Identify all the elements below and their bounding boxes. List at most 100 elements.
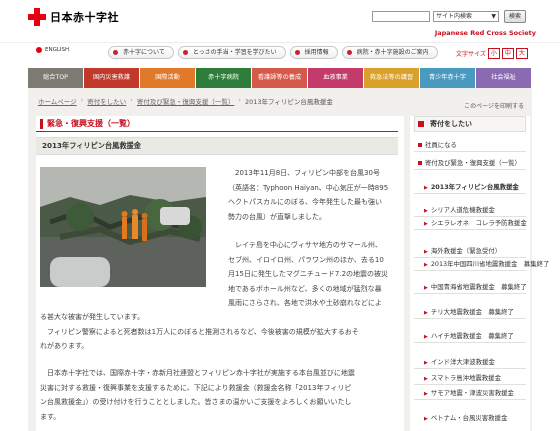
main-nav: 総合TOP 国内災害救護 国際活動 赤十字病院 看護師等の養成 血液事業 救急法等の講習 青少… [28, 68, 532, 88]
sidebar-divider [414, 270, 526, 271]
sidebar-divider [414, 169, 526, 170]
sidebar-item[interactable]: ▶ チリ大地震救援金 募集終了 [424, 307, 514, 316]
utility-nav-first-aid[interactable]: とっさの手当・学習を学びたい [177, 46, 286, 59]
main-nav-item[interactable]: 青少年赤十字 [420, 68, 476, 88]
sidebar-item-label: 寄付及び緊急・復興支援（一覧） [425, 159, 521, 167]
search-button[interactable]: 検索 [504, 10, 526, 23]
breadcrumb-home[interactable]: ホームページ [38, 96, 77, 106]
sidebar-item[interactable]: ▶ 海外救援金（緊急受付） [424, 246, 501, 255]
sidebar-item[interactable]: 寄付及び緊急・復興支援（一覧） [418, 158, 521, 167]
sidebar-item-label: 中国青海省地震救援金 募集終了 [430, 283, 527, 291]
font-size-control: 文字サイズ 小 中 大 [456, 48, 528, 59]
sidebar-divider [414, 368, 526, 369]
chevron-down-icon: ▼ [491, 13, 496, 20]
sidebar-item[interactable]: ▶ 2013年フィリピン台風救援金 [424, 182, 519, 191]
paragraph-line: ヘクトパスカルにのぼる、今年発生した最も強い [228, 198, 382, 206]
breadcrumb-separator: › [80, 96, 84, 104]
section-title-marker [40, 118, 43, 129]
sidebar-item-label: 海外救援金（緊急受付） [430, 247, 502, 255]
sidebar-header-icon [418, 121, 424, 127]
main-nav-item[interactable]: 救急法等の講習 [364, 68, 420, 88]
font-size-medium-button[interactable]: 中 [501, 48, 514, 59]
breadcrumb-separator: › [238, 96, 242, 104]
article-title: 2013年フィリピン台風救援金 [42, 141, 141, 150]
red-cross-icon [28, 8, 46, 26]
english-link[interactable]: ENGLISH [36, 47, 69, 53]
main-nav-item[interactable]: 国内災害救護 [84, 68, 140, 88]
paragraph-line: 日本赤十字社では、国際赤十字・赤新月社連盟とフィリピン赤十字社が実施する本台風並… [47, 369, 355, 377]
sidebar-item[interactable]: ▶ シリア人道危機救援金 [424, 205, 495, 214]
paragraph-line: 月15日に発生したマグニチュード7.2の地震の被災 [228, 270, 389, 278]
sidebar-item[interactable]: 社員になる [418, 140, 457, 149]
sidebar-item[interactable]: ▶ ハイチ地震救援金 募集終了 [424, 331, 514, 340]
font-size-label: 文字サイズ [456, 51, 486, 58]
site-logo[interactable]: 日本赤十字社 [28, 8, 119, 26]
paragraph-line: ン台風救援金」）の受け付けを行うこととしました。皆さまの温かいご支援をよろしくお… [40, 398, 352, 406]
search-scope-select[interactable]: サイト内検索 ▼ [433, 11, 499, 22]
main-nav-item[interactable]: 赤十字病院 [196, 68, 252, 88]
sidebar-item[interactable]: ▶ 中国青海省地震救援金 募集終了 [424, 282, 527, 291]
sidebar-item-label: サモア地震・津波災害救援金 [430, 389, 514, 397]
main-nav-item[interactable]: 総合TOP [28, 68, 84, 88]
paragraph-line: 風雨にさらされ、各地で洪水や土砂崩れなどによ [228, 299, 382, 307]
paragraph-line: フィリピン警察によると死者数は1万人にのぼると推測されるなど、今後被害の規模が拡… [47, 327, 359, 336]
paragraph-line: 2013年11月8日、フィリピン中部を台風30号 [235, 169, 380, 177]
search-input[interactable] [372, 11, 430, 22]
utility-nav-hospitals[interactable]: 病院・赤十字施設のご案内 [341, 46, 438, 59]
paragraph-line: 地であるボホール州など、多くの地域が猛烈な暴 [228, 284, 382, 293]
paragraph-line: ます。 [40, 412, 61, 421]
font-size-small-button[interactable]: 小 [487, 48, 500, 59]
main-nav-item[interactable]: 血液事業 [308, 68, 364, 88]
print-page-link[interactable]: このページを印刷する [464, 101, 524, 110]
sidebar-item-label: シエラレオネ コレラ予防救援金 [430, 219, 527, 227]
sidebar-item-label: ベトナム・台風災害救援金 [430, 414, 508, 422]
utility-nav-about[interactable]: 赤十字について [108, 46, 174, 59]
sidebar-item[interactable]: ▶ スマトラ島沖地震救援金 [424, 373, 501, 382]
sidebar-item[interactable]: ▶ サモア地震・津波災害救援金 [424, 388, 514, 397]
sidebar-item-label: インド洋大津波救援金 [430, 358, 495, 366]
typhoon-photo [40, 167, 206, 287]
article-paragraph-2: レイテ島を中心にヴィサヤ地方のサマール州、 セブ州、イロイロ州、パラワン州のほか… [228, 238, 388, 311]
sidebar-item-label: シリア人道危機救援金 [430, 206, 495, 214]
paragraph-line: （英語名：Typhoon Haiyan、中心気圧が一時895 [228, 183, 389, 192]
article-paragraph-3: る甚大な被害が発生しています。 フィリピン警察によると死者数は1万人にのぼると推… [40, 310, 400, 354]
main-nav-item[interactable]: 社会福祉 [476, 68, 532, 88]
bullet-icon [418, 143, 422, 147]
arrow-right-icon: ▶ [424, 416, 428, 422]
sidebar-item[interactable]: ▶ インド洋大津波救援金 [424, 357, 495, 366]
sidebar-item[interactable]: ▶ シエラレオネ コレラ予防救援金 [424, 218, 527, 227]
paragraph-line: れがあります。 [40, 342, 89, 350]
sidebar-item-label: チリ大地震救援金 募集終了 [430, 308, 514, 316]
font-size-large-button[interactable]: 大 [515, 48, 528, 59]
breadcrumb-separator: › [130, 96, 133, 104]
breadcrumb: ホームページ › 寄付をしたい › 寄付及び緊急・復興支援（一覧） › 2013… [38, 96, 333, 106]
arrow-right-icon: ▶ [424, 221, 428, 227]
sidebar-divider [414, 384, 526, 385]
typhoon-photo-image [40, 167, 206, 287]
paragraph-line: セブ州、イロイロ州、パラワン州のほか、去る10 [228, 255, 384, 264]
sidebar-header-label[interactable]: 寄付をしたい [430, 119, 472, 129]
sidebar-divider [414, 193, 526, 194]
arrow-right-icon: ▶ [424, 208, 428, 214]
breadcrumb-donation-list[interactable]: 寄付及び緊急・復興支援（一覧） [137, 96, 235, 106]
sidebar-divider [414, 293, 526, 294]
search-scope-label: サイト内検索 [436, 13, 473, 20]
breadcrumb-donate[interactable]: 寄付をしたい [87, 96, 126, 106]
article-paragraph-1: 2013年11月8日、フィリピン中部を台風30号 （英語名：Typhoon Ha… [228, 166, 388, 224]
utility-nav-recruit[interactable]: 採用情報 [289, 46, 338, 59]
bullet-icon [36, 47, 42, 53]
arrow-right-icon: ▶ [424, 376, 428, 382]
arrow-right-icon: ▶ [424, 360, 428, 366]
sidebar-divider [414, 318, 526, 319]
main-nav-item[interactable]: 国際活動 [140, 68, 196, 88]
sidebar-divider [414, 229, 526, 230]
arrow-right-icon: ▶ [424, 334, 428, 340]
sidebar-item-label: 社員になる [425, 141, 457, 149]
logo-text: 日本赤十字社 [50, 11, 119, 24]
sidebar-item[interactable]: ▶ ベトナム・台風災害救援金 [424, 413, 507, 422]
main-nav-item[interactable]: 看護師等の養成 [252, 68, 308, 88]
arrow-right-icon: ▶ [424, 249, 428, 255]
utility-nav: 赤十字について とっさの手当・学習を学びたい 採用情報 病院・赤十字施設のご案内 [108, 46, 438, 59]
sidebar-divider [414, 342, 526, 343]
sidebar-item[interactable]: ▶ 2013年中国四川省地震救援金 募集終了 [424, 259, 549, 268]
